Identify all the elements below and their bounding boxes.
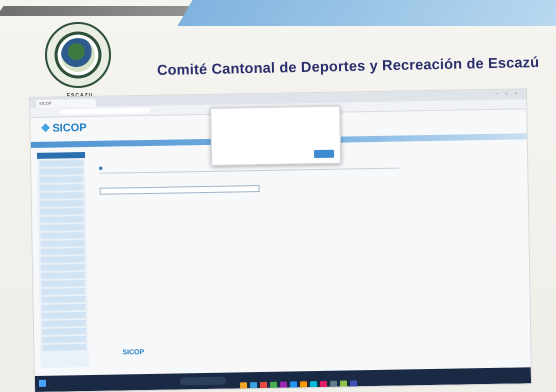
url-field[interactable] xyxy=(60,107,151,115)
taskbar-app-icon[interactable] xyxy=(339,380,348,388)
scanned-document: ESCAZU Comité Cantonal de Deportes y Rec… xyxy=(0,0,556,392)
sidebar-item[interactable] xyxy=(40,240,85,247)
sidebar-item[interactable] xyxy=(41,272,86,279)
organization-title: Comité Cantonal de Deportes y Recreación… xyxy=(156,54,540,79)
sicop-brand-text: SICOP xyxy=(52,122,87,135)
taskbar-app-icon[interactable] xyxy=(269,381,278,389)
sidebar-item[interactable] xyxy=(40,248,85,255)
sidebar-item[interactable] xyxy=(39,160,84,167)
sidebar-item[interactable] xyxy=(40,224,85,231)
sidebar-item[interactable] xyxy=(42,344,87,351)
sidebar-item[interactable] xyxy=(39,184,84,191)
taskbar-app-icon[interactable] xyxy=(309,381,318,389)
sidebar-item[interactable] xyxy=(39,176,84,183)
content-divider xyxy=(99,167,400,174)
taskbar-app-icon[interactable] xyxy=(279,381,288,389)
sidebar-item[interactable] xyxy=(40,232,85,239)
organization-logo xyxy=(45,22,111,88)
sicop-logo-icon: ❖ xyxy=(40,122,51,135)
taskbar-app-icon[interactable] xyxy=(249,382,258,390)
sidebar-item[interactable] xyxy=(39,200,84,207)
sidebar-menu xyxy=(36,152,89,368)
window-controls[interactable]: – □ × xyxy=(496,90,520,95)
dialog-ok-button[interactable] xyxy=(313,149,335,159)
sidebar-item[interactable] xyxy=(40,256,85,263)
sidebar-item[interactable] xyxy=(41,280,86,287)
sidebar-item[interactable] xyxy=(41,288,86,295)
sidebar-title xyxy=(36,152,86,159)
sidebar-item[interactable] xyxy=(39,192,84,199)
dialog-message xyxy=(216,119,328,121)
photographed-monitor: SICOP – □ × ❖ SICOP SICOP xyxy=(30,89,532,392)
start-button[interactable] xyxy=(38,379,47,387)
taskbar-pinned-apps xyxy=(239,374,360,390)
sidebar-item[interactable] xyxy=(41,312,86,319)
sidebar-item[interactable] xyxy=(42,336,87,343)
sidebar-item[interactable] xyxy=(41,296,86,303)
taskbar-app-icon[interactable] xyxy=(319,380,328,388)
taskbar-app-icon[interactable] xyxy=(329,380,338,388)
sidebar-item[interactable] xyxy=(39,168,84,175)
taskbar-app-icon[interactable] xyxy=(259,381,268,390)
sidebar-item[interactable] xyxy=(40,216,85,223)
logo-emblem xyxy=(61,38,95,72)
sidebar-item[interactable] xyxy=(39,208,85,215)
search-input[interactable] xyxy=(99,185,260,195)
banner-blue-stripe xyxy=(177,0,556,26)
sicop-logo: ❖ SICOP xyxy=(40,121,86,135)
taskbar-app-icon[interactable] xyxy=(289,381,298,389)
taskbar-app-icon[interactable] xyxy=(299,381,308,389)
windows-taskbar xyxy=(34,367,532,392)
taskbar-app-icon[interactable] xyxy=(349,380,358,388)
alert-dialog xyxy=(210,105,342,166)
sidebar-item[interactable] xyxy=(41,320,86,327)
sidebar-item[interactable] xyxy=(42,328,87,335)
content-title xyxy=(99,166,104,171)
sidebar-item[interactable] xyxy=(41,304,86,311)
sidebar-item[interactable] xyxy=(40,264,86,271)
taskbar-app-icon[interactable] xyxy=(239,382,248,390)
taskbar-search[interactable] xyxy=(179,376,227,386)
footer-sicop-logo: SICOP xyxy=(122,349,145,357)
